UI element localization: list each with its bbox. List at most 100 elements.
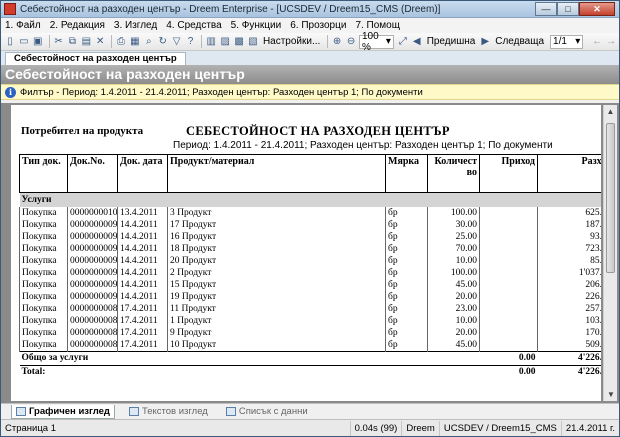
- table-cell: 15 Продукт: [167, 278, 386, 291]
- report-preview-area: Потребител на продукта СЕБЕСТОЙНОСТ НА Р…: [1, 103, 619, 403]
- forward-arrow-icon[interactable]: →: [605, 35, 617, 49]
- table-cell: бр: [385, 242, 428, 255]
- column-header: Количество: [427, 154, 480, 193]
- prev-page-icon[interactable]: ◀: [411, 35, 423, 49]
- settings-icon[interactable]: ▧: [247, 35, 259, 49]
- app-icon: [4, 3, 16, 15]
- table-cell: 0000000009: [67, 218, 118, 231]
- zoom-out-icon[interactable]: ⊖: [345, 35, 357, 49]
- fit-page-icon[interactable]: ⤢: [397, 35, 409, 49]
- table-cell: Покупка: [19, 254, 68, 267]
- table-row: Покупка 0000000009 14.4.2011 16 Продукт бр 25…: [19, 230, 601, 243]
- table-cell: бр: [385, 230, 428, 243]
- menu-tools[interactable]: 4. Средства: [166, 20, 221, 31]
- chevron-down-icon: ▾: [385, 36, 391, 47]
- cut-icon[interactable]: ✂: [53, 35, 65, 49]
- table-cell: Покупка: [19, 206, 68, 219]
- table-cell: 45.00: [427, 338, 480, 351]
- delete-icon[interactable]: ✕: [94, 35, 106, 49]
- find-icon[interactable]: ⌕: [143, 35, 155, 49]
- back-arrow-icon[interactable]: ←: [591, 35, 603, 49]
- print-icon[interactable]: ⎙: [115, 35, 127, 49]
- table-cell: 0000000009: [67, 230, 118, 243]
- menu-functions[interactable]: 5. Функции: [231, 20, 282, 31]
- print-preview-icon[interactable]: ▦: [129, 35, 141, 49]
- vertical-scrollbar[interactable]: ▲ ▼: [603, 105, 617, 401]
- prev-page-button[interactable]: Предишна: [427, 36, 476, 47]
- tab-text-view[interactable]: Текстов изглед: [125, 405, 212, 419]
- menu-help[interactable]: 7. Помощ: [355, 20, 400, 31]
- text-view-icon: [128, 407, 139, 416]
- table-row: Покупка 0000000010 13.4.2011 3 Продукт бр 100…: [19, 206, 601, 219]
- open-folder-icon[interactable]: ▭: [18, 35, 30, 49]
- menu-edit[interactable]: 2. Редакция: [50, 20, 105, 31]
- table-cell: [479, 278, 538, 291]
- settings-button[interactable]: Настройки...: [263, 36, 320, 47]
- maximize-button[interactable]: □: [557, 2, 579, 16]
- table-cell: 14.4.2011: [117, 290, 168, 303]
- column-header: Док.No.: [67, 154, 118, 193]
- filter-icon[interactable]: ▽: [171, 35, 183, 49]
- scroll-thumb[interactable]: [606, 123, 615, 273]
- section-label: Услуги: [19, 192, 601, 207]
- table-cell: 17.4.2011: [117, 326, 168, 339]
- report-table: Тип док. Док.No. Док. дата Продукт/матер…: [19, 154, 601, 379]
- table-cell: [479, 302, 538, 315]
- column-header: Док. дата: [117, 154, 168, 193]
- status-page: Страница 1: [5, 422, 56, 434]
- scroll-up-icon[interactable]: ▲: [604, 105, 617, 118]
- paste-icon[interactable]: ▤: [80, 35, 92, 49]
- table-cell: 170.83: [537, 326, 601, 339]
- tab-data-list[interactable]: Списък с данни: [222, 405, 312, 419]
- table-cell: Покупка: [19, 314, 68, 327]
- scroll-down-icon[interactable]: ▼: [604, 388, 618, 401]
- page-select[interactable]: 1/1 ▾: [550, 34, 584, 49]
- tab-graphic-view[interactable]: Графичен изглед: [11, 404, 115, 419]
- table-cell: бр: [385, 326, 428, 339]
- column-header: Приход: [479, 154, 538, 193]
- save-icon[interactable]: ▣: [32, 35, 44, 49]
- table-icon[interactable]: ▥: [205, 35, 217, 49]
- table-cell: бр: [385, 302, 428, 315]
- menu-file[interactable]: 1. Файл: [5, 20, 41, 31]
- menu-view[interactable]: 3. Изглед: [114, 20, 157, 31]
- table-cell: Покупка: [19, 302, 68, 315]
- status-time: 0.04s (99): [349, 420, 402, 436]
- table-cell: 0000000008: [67, 302, 118, 315]
- filter-bar: i Филтър - Период: 1.4.2011 - 21.4.2011;…: [1, 84, 619, 100]
- table-cell: 509.25: [537, 338, 601, 351]
- table-cell: 17.4.2011: [117, 314, 168, 327]
- zoom-select[interactable]: 100 % ▾: [358, 31, 394, 53]
- table-cell: 17 Продукт: [167, 218, 386, 231]
- menu-windows[interactable]: 6. Прозорци: [290, 20, 346, 31]
- table-cell: бр: [385, 290, 428, 303]
- help-icon[interactable]: ?: [185, 35, 197, 49]
- column-header: Продукт/материал: [167, 154, 386, 193]
- next-page-button[interactable]: Следваща: [495, 36, 544, 47]
- grid-icon[interactable]: ▩: [233, 35, 245, 49]
- next-page-icon[interactable]: ▶: [479, 35, 491, 49]
- minimize-button[interactable]: —: [535, 2, 557, 16]
- menu-bar: 1. Файл 2. Редакция 3. Изглед 4. Средств…: [1, 18, 619, 33]
- table-cell: 19 Продукт: [167, 290, 386, 303]
- table-cell: 0000000008: [67, 338, 118, 351]
- table-cell: 0000000009: [67, 254, 118, 267]
- tab-label: Списък с данни: [238, 406, 308, 417]
- table-cell: Покупка: [19, 218, 68, 231]
- table-cell: бр: [385, 254, 428, 267]
- view-tabs: Графичен изглед Текстов изглед Списък с …: [1, 403, 619, 419]
- chart-icon[interactable]: ▨: [219, 35, 231, 49]
- close-button[interactable]: ✕: [579, 2, 615, 16]
- refresh-icon[interactable]: ↻: [157, 35, 169, 49]
- table-cell: [479, 206, 538, 219]
- copy-icon[interactable]: ⧉: [66, 35, 78, 49]
- new-document-icon[interactable]: ▯: [4, 35, 16, 49]
- subtotal-row: Общо за услуги0.004'226.87: [19, 350, 601, 365]
- section-row: Услуги: [19, 192, 601, 207]
- table-cell: 0000000009: [67, 266, 118, 279]
- tab-cost-center[interactable]: Себестойност на разходен център: [5, 52, 186, 65]
- title-bar: Себестойност на разходен център - Dreem …: [1, 1, 619, 18]
- table-cell: 206.25: [537, 278, 601, 291]
- table-row: Покупка 0000000008 17.4.2011 11 Продукт бр 23…: [19, 302, 601, 315]
- zoom-in-icon[interactable]: ⊕: [331, 35, 343, 49]
